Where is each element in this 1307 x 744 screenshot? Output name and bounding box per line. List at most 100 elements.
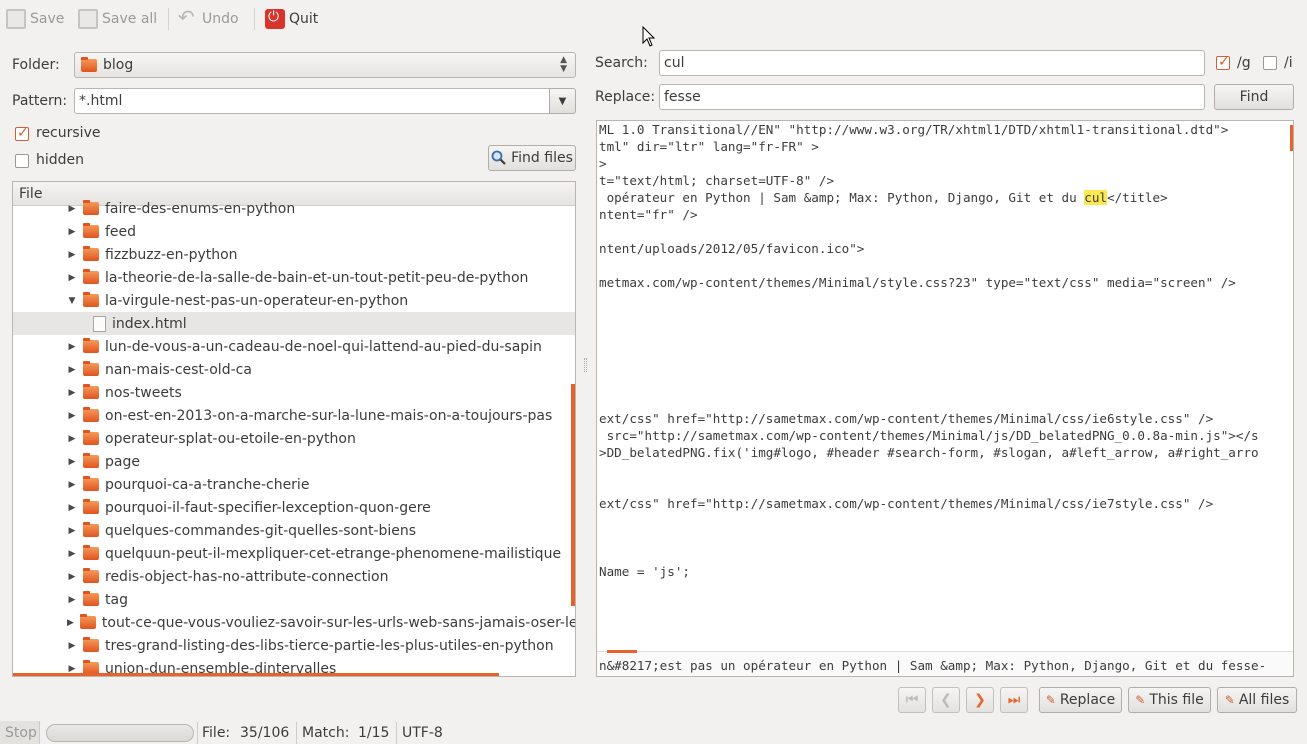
tree-folder-row[interactable]: ▶ redis-object-has-no-attribute-connectio… xyxy=(13,565,575,588)
folder-icon xyxy=(83,200,99,215)
tree-folder-row[interactable]: ▶ faire-des-enums-en-python xyxy=(13,197,575,220)
tree-folder-row[interactable]: ▶ tag xyxy=(13,588,575,611)
code-scrollbar[interactable] xyxy=(1290,125,1293,151)
file-icon xyxy=(93,315,106,332)
expander-closed-icon[interactable]: ▶ xyxy=(67,342,77,352)
hidden-checkbox[interactable] xyxy=(15,154,29,168)
tree-folder-row[interactable]: ▶ nos-tweets xyxy=(13,381,575,404)
expander-closed-icon[interactable]: ▶ xyxy=(67,664,77,674)
tree-folder-row[interactable]: ▶ quelquun-peut-il-mexpliquer-cet-etrange… xyxy=(13,542,575,565)
next-match-button[interactable]: ❯ xyxy=(966,687,994,713)
undo-button[interactable]: Undo xyxy=(178,5,239,32)
status-separator xyxy=(396,722,397,744)
tree-folder-row[interactable]: ▶ page xyxy=(13,450,575,473)
last-match-button[interactable]: ⏭ xyxy=(1000,687,1028,713)
save-button[interactable]: Save xyxy=(6,6,64,32)
expander-closed-icon[interactable]: ▶ xyxy=(67,549,77,559)
tree-folder-row[interactable]: ▶ quelques-commandes-git-quelles-sont-bie… xyxy=(13,519,575,542)
expander-open-icon[interactable]: ▼ xyxy=(67,296,77,306)
expander-closed-icon[interactable]: ▶ xyxy=(67,503,77,513)
tree-item-label: redis-object-has-no-attribute-connection xyxy=(105,568,389,585)
tree-folder-row[interactable]: ▶ feed xyxy=(13,220,575,243)
expander-closed-icon[interactable]: ▶ xyxy=(67,595,77,605)
tree-folder-row[interactable]: ▶ la-theorie-de-la-salle-de-bain-et-un-to… xyxy=(13,266,575,289)
first-match-button[interactable]: ⏮ xyxy=(898,687,926,713)
expander-closed-icon[interactable]: ▶ xyxy=(67,273,77,283)
code-line-text: opérateur en Python | Sam &amp; Max: Pyt… xyxy=(599,190,1085,205)
status-separator xyxy=(296,722,297,744)
tree-folder-row[interactable]: ▶ on-est-en-2013-on-a-marche-sur-la-lune-… xyxy=(13,404,575,427)
undo-label: Undo xyxy=(202,11,239,27)
ignore-case-checkbox[interactable] xyxy=(1263,56,1277,70)
last-icon: ⏭ xyxy=(1007,692,1021,708)
folder-combo[interactable]: blog ▲ ▼ xyxy=(74,52,576,78)
code-line: ntent/uploads/2012/05/favicon.ico"> xyxy=(599,241,865,256)
recursive-checkbox[interactable] xyxy=(15,125,29,141)
vertical-scrollbar[interactable] xyxy=(571,384,575,606)
expander-closed-icon[interactable]: ▶ xyxy=(67,365,77,375)
prev-match-button[interactable]: ❮ xyxy=(932,687,960,713)
save-all-button[interactable]: Save all xyxy=(78,6,157,32)
expander-closed-icon[interactable]: ▶ xyxy=(67,618,74,628)
tree-folder-row[interactable]: ▶ operateur-splat-ou-etoile-en-python xyxy=(13,427,575,450)
save-all-icon xyxy=(78,9,98,29)
tree-folder-row[interactable]: ▼ la-virgule-nest-pas-un-operateur-en-pyt… xyxy=(13,289,575,312)
expander-closed-icon[interactable]: ▶ xyxy=(67,388,77,398)
replace-input[interactable]: fesse xyxy=(659,84,1205,110)
pattern-dropdown-button[interactable]: ▼ xyxy=(549,88,576,114)
this-file-button[interactable]: ✎ This file xyxy=(1128,687,1211,713)
expander-closed-icon[interactable]: ▶ xyxy=(67,434,77,444)
folder-icon xyxy=(83,407,99,422)
expander-closed-icon[interactable]: ▶ xyxy=(67,227,77,237)
expander-closed-icon[interactable]: ▶ xyxy=(67,641,77,651)
save-all-label: Save all xyxy=(102,11,158,27)
tree-file-row[interactable]: index.html xyxy=(13,312,575,335)
find-button[interactable]: Find xyxy=(1214,84,1294,110)
expander-closed-icon[interactable]: ▶ xyxy=(67,572,77,582)
tree-folder-row[interactable]: ▶ tres-grand-listing-des-libs-tierce-part… xyxy=(13,634,575,657)
this-file-label: This file xyxy=(1149,692,1204,708)
all-files-button[interactable]: ✎ All files xyxy=(1217,687,1297,713)
code-line: opérateur en Python | Sam &amp; Max: Pyt… xyxy=(599,190,1168,205)
expander-closed-icon[interactable]: ▶ xyxy=(67,480,77,490)
find-files-button[interactable]: Find files xyxy=(488,145,576,171)
pane-divider-handle[interactable] xyxy=(584,358,587,372)
expander-closed-icon[interactable]: ▶ xyxy=(67,526,77,536)
folder-icon xyxy=(83,269,99,284)
folder-value: blog xyxy=(103,57,134,73)
progress-bar xyxy=(46,724,194,742)
find-label: Find xyxy=(1239,89,1269,105)
expander-closed-icon[interactable]: ▶ xyxy=(67,411,77,421)
recursive-label: recursive xyxy=(36,125,101,141)
global-flag-label: /g xyxy=(1237,55,1251,71)
tree-item-label: operateur-splat-ou-etoile-en-python xyxy=(105,430,356,447)
code-line: ext/css" href="http://sametmax.com/wp-co… xyxy=(599,496,1214,511)
expander-closed-icon[interactable]: ▶ xyxy=(67,457,77,467)
code-line: tml" dir="ltr" lang="fr-FR" > xyxy=(599,139,819,154)
chevron-left-icon: ❮ xyxy=(940,692,952,708)
chevron-down-icon: ▼ xyxy=(558,95,567,107)
tree-item-label: quelques-commandes-git-quelles-sont-bien… xyxy=(105,522,417,539)
folder-icon xyxy=(83,246,99,261)
tree-folder-row[interactable]: ▶ pourquoi-ca-a-tranche-cherie xyxy=(13,473,575,496)
pattern-input[interactable]: *.html xyxy=(74,88,550,114)
code-view[interactable]: ML 1.0 Transitional//EN" "http://www.w3.… xyxy=(596,120,1294,677)
tree-folder-row[interactable]: ▶ fizzbuzz-en-python xyxy=(13,243,575,266)
file-tree[interactable]: File ▶ faire-des-enums-en-python ▶ feed ▶ fiz… xyxy=(12,181,576,677)
folder-icon xyxy=(83,384,99,399)
tree-item-label: index.html xyxy=(112,315,187,332)
global-flag-checkbox[interactable] xyxy=(1216,54,1230,70)
tree-folder-row[interactable]: ▶ lun-de-vous-a-un-cadeau-de-noel-qui-lat… xyxy=(13,335,575,358)
quit-button[interactable]: Quit xyxy=(265,6,318,32)
horizontal-scrollbar[interactable] xyxy=(13,673,499,676)
expander-closed-icon[interactable]: ▶ xyxy=(67,250,77,260)
folder-icon xyxy=(83,568,99,583)
search-input[interactable]: cul xyxy=(659,50,1205,76)
expander-closed-icon[interactable]: ▶ xyxy=(67,204,77,214)
code-line: t="text/html; charset=UTF-8" /> xyxy=(599,173,835,188)
tree-folder-row[interactable]: ▶ nan-mais-cest-old-ca xyxy=(13,358,575,381)
tree-folder-row[interactable]: ▶ tout-ce-que-vous-vouliez-savoir-sur-les… xyxy=(13,611,575,634)
replace-button[interactable]: ✎ Replace xyxy=(1039,687,1122,713)
mouse-cursor-icon xyxy=(642,26,656,47)
tree-folder-row[interactable]: ▶ pourquoi-il-faut-specifier-lexception-q… xyxy=(13,496,575,519)
